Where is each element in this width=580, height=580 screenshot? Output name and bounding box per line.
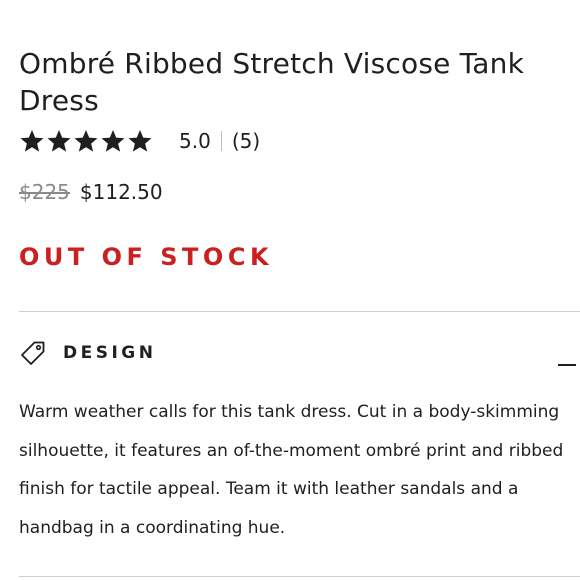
star-icon — [74, 129, 98, 152]
rating-divider — [220, 131, 222, 151]
stock-status: OUT OF STOCK — [19, 243, 274, 271]
original-price: $225 — [19, 180, 70, 204]
tag-icon — [21, 341, 45, 365]
price: $225 $112.50 — [19, 180, 163, 204]
product-title: Ombré Ribbed Stretch Viscose Tank Dress — [19, 46, 525, 117]
rating-stars — [19, 128, 153, 154]
star-icon — [101, 129, 125, 152]
design-section-toggle[interactable]: DESIGN — [19, 337, 580, 369]
design-section-title: DESIGN — [63, 343, 157, 363]
product-detail-panel: Ombré Ribbed Stretch Viscose Tank Dress … — [0, 0, 580, 580]
rating-summary[interactable]: 5.0 (5) — [19, 126, 260, 156]
star-icon — [47, 129, 71, 152]
minus-icon[interactable] — [558, 364, 576, 366]
star-icon — [20, 129, 44, 152]
review-count-link[interactable]: (5) — [232, 129, 260, 153]
section-divider — [19, 576, 580, 577]
section-divider — [19, 311, 580, 312]
rating-value: 5.0 — [179, 129, 211, 153]
design-description: Warm weather calls for this tank dress. … — [19, 402, 564, 538]
sale-price: $112.50 — [79, 180, 163, 204]
star-icon — [128, 129, 152, 152]
